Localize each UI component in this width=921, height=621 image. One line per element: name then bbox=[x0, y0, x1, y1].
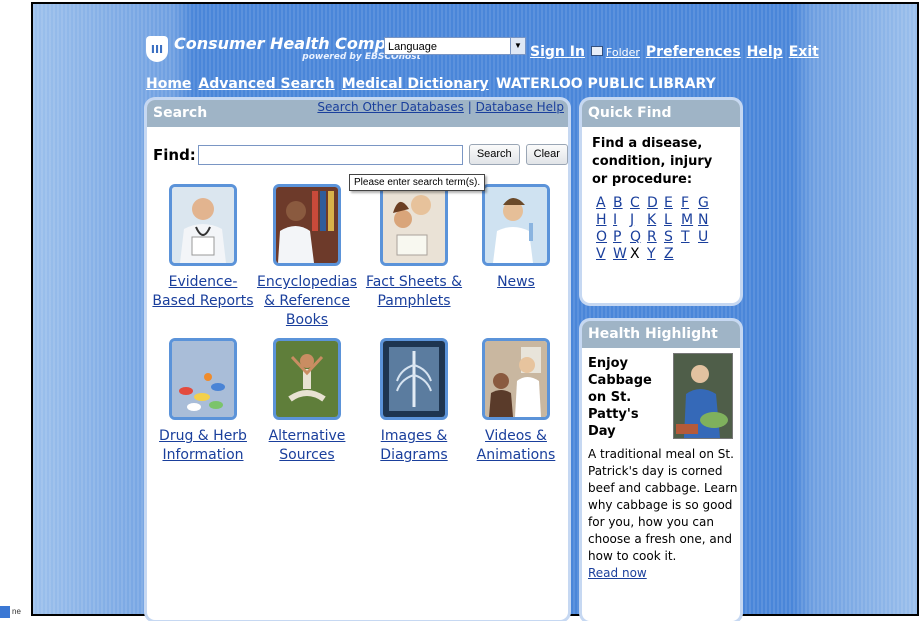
nav-advanced-search[interactable]: Advanced Search bbox=[198, 76, 334, 92]
books-doctor-photo-icon[interactable] bbox=[273, 184, 341, 266]
alphabet-letter-w[interactable]: W bbox=[613, 246, 630, 263]
highlight-body: A traditional meal on St. Patrick's day … bbox=[588, 446, 738, 582]
reading-couple-photo-icon[interactable] bbox=[380, 184, 448, 266]
tile-videos-animations[interactable]: Videos & Animations bbox=[461, 338, 568, 465]
alphabet-letter-g[interactable]: G bbox=[698, 195, 715, 212]
pills-photo-icon[interactable] bbox=[169, 338, 237, 420]
health-highlight-header: Health Highlight bbox=[582, 321, 740, 348]
library-name: WATERLOO PUBLIC LIBRARY bbox=[496, 76, 716, 92]
alphabet-letter-d[interactable]: D bbox=[647, 195, 664, 212]
search-button[interactable]: Search bbox=[468, 144, 520, 165]
main-nav: Home Advanced Search Medical Dictionary bbox=[146, 76, 489, 92]
tile-fact-sheets[interactable]: Fact Sheets & Pamphlets bbox=[359, 184, 469, 311]
tile-link[interactable]: Evidence- Based Reports bbox=[148, 273, 258, 311]
alphabet-letter-f[interactable]: F bbox=[681, 195, 698, 212]
tile-link[interactable]: Images & Diagrams bbox=[359, 427, 469, 465]
taskbar-button[interactable] bbox=[0, 606, 10, 618]
link-separator: | bbox=[467, 100, 472, 114]
ebsco-shield-logo-icon: III bbox=[146, 36, 168, 62]
doctor-photo-icon[interactable] bbox=[169, 184, 237, 266]
read-now-link[interactable]: Read now bbox=[588, 566, 647, 580]
alphabet-letter-i[interactable]: I bbox=[613, 212, 630, 229]
search-panel-links: Search Other Databases | Database Help bbox=[317, 100, 564, 114]
alphabet-letter-o[interactable]: O bbox=[596, 229, 613, 246]
alphabet-letter-u[interactable]: U bbox=[698, 229, 715, 246]
database-help-link[interactable]: Database Help bbox=[476, 100, 564, 114]
tile-link[interactable]: Videos & Animations bbox=[461, 427, 568, 465]
alphabet-letter-l[interactable]: L bbox=[664, 212, 681, 229]
language-select[interactable]: Language ▼ bbox=[384, 37, 526, 55]
logo-letter: III bbox=[150, 42, 164, 56]
alphabet-letter-r[interactable]: R bbox=[647, 229, 664, 246]
quick-find-intro: Find a disease, condition, injury or pro… bbox=[592, 136, 713, 187]
find-row: Find: Search Clear bbox=[153, 144, 568, 165]
folder-icon bbox=[590, 46, 603, 56]
search-other-databases-link[interactable]: Search Other Databases bbox=[317, 100, 463, 114]
alphabet-letter-h[interactable]: H bbox=[596, 212, 613, 229]
xray-photo-icon[interactable] bbox=[380, 338, 448, 420]
tile-images-diagrams[interactable]: Images & Diagrams bbox=[359, 338, 469, 465]
chevron-down-icon[interactable]: ▼ bbox=[510, 38, 525, 54]
alphabet-letter-n[interactable]: N bbox=[698, 212, 715, 229]
clear-button[interactable]: Clear bbox=[525, 144, 568, 165]
tile-alternative-sources[interactable]: Alternative Sources bbox=[252, 338, 362, 465]
tile-link[interactable]: Alternative Sources bbox=[252, 427, 362, 465]
folder-link[interactable]: Folder bbox=[590, 46, 640, 59]
tile-news[interactable]: News bbox=[461, 184, 568, 292]
top-links: Sign In Folder Preferences Help Exit bbox=[530, 44, 819, 60]
alphabet-letter-v[interactable]: V bbox=[596, 246, 613, 263]
doctor-patient-photo-icon[interactable] bbox=[482, 338, 550, 420]
alphabet-index: ABCDEFG HIJKLMN OPQRSTU VWXYZ bbox=[582, 189, 740, 263]
search-panel-title: Search bbox=[153, 105, 208, 121]
alphabet-letter-p[interactable]: P bbox=[613, 229, 630, 246]
cooking-man-photo-icon[interactable] bbox=[673, 353, 733, 439]
alphabet-letter-b[interactable]: B bbox=[613, 195, 630, 212]
alphabet-letter-s[interactable]: S bbox=[664, 229, 681, 246]
quick-find-panel: Quick Find Find a disease, condition, in… bbox=[582, 100, 740, 303]
highlight-body-text: A traditional meal on St. Patrick's day … bbox=[588, 447, 738, 563]
alphabet-letter-x: X bbox=[630, 246, 640, 262]
alphabet-letter-y[interactable]: Y bbox=[647, 246, 664, 263]
alphabet-letter-m[interactable]: M bbox=[681, 212, 698, 229]
alphabet-letter-c[interactable]: C bbox=[630, 195, 647, 212]
language-select-value: Language bbox=[388, 41, 437, 53]
nav-home[interactable]: Home bbox=[146, 76, 191, 92]
alphabet-letter-j[interactable]: J bbox=[630, 212, 647, 229]
find-label: Find: bbox=[153, 145, 196, 164]
alphabet-letter-q[interactable]: Q bbox=[630, 229, 647, 246]
alphabet-letter-z[interactable]: Z bbox=[664, 246, 681, 263]
tile-link[interactable]: Drug & Herb Information bbox=[148, 427, 258, 465]
alphabet-letter-a[interactable]: A bbox=[596, 195, 613, 212]
highlight-headline[interactable]: Enjoy Cabbage on St. Patty's Day bbox=[588, 355, 668, 440]
exit-link[interactable]: Exit bbox=[789, 44, 819, 60]
sign-in-link[interactable]: Sign In bbox=[530, 44, 585, 60]
preferences-link[interactable]: Preferences bbox=[646, 44, 741, 60]
tile-drug-herb[interactable]: Drug & Herb Information bbox=[148, 338, 258, 465]
alphabet-letter-t[interactable]: T bbox=[681, 229, 698, 246]
tile-evidence-based-reports[interactable]: Evidence- Based Reports bbox=[148, 184, 258, 311]
search-panel-header: Search Search Other Databases | Database… bbox=[147, 100, 568, 127]
alphabet-letter-k[interactable]: K bbox=[647, 212, 664, 229]
meditation-photo-icon[interactable] bbox=[273, 338, 341, 420]
help-link[interactable]: Help bbox=[747, 44, 783, 60]
taskbar-label: ne bbox=[12, 607, 21, 616]
search-input[interactable] bbox=[197, 144, 463, 165]
health-highlight-panel: Health Highlight Enjoy Cabbage on St. Pa… bbox=[582, 321, 740, 621]
nav-medical-dictionary[interactable]: Medical Dictionary bbox=[342, 76, 489, 92]
tile-link[interactable]: News bbox=[461, 273, 568, 292]
tile-link[interactable]: Encyclopedias & Reference Books bbox=[252, 273, 362, 330]
tile-link[interactable]: Fact Sheets & Pamphlets bbox=[359, 273, 469, 311]
alphabet-letter-e[interactable]: E bbox=[664, 195, 681, 212]
tile-encyclopedias[interactable]: Encyclopedias & Reference Books bbox=[252, 184, 362, 330]
search-tooltip: Please enter search term(s). bbox=[349, 174, 486, 191]
folder-link-label: Folder bbox=[605, 46, 640, 59]
quick-find-header: Quick Find bbox=[582, 100, 740, 127]
lab-scientist-photo-icon[interactable] bbox=[482, 184, 550, 266]
brand-header: III Consumer Health Complete powered by … bbox=[146, 36, 421, 62]
